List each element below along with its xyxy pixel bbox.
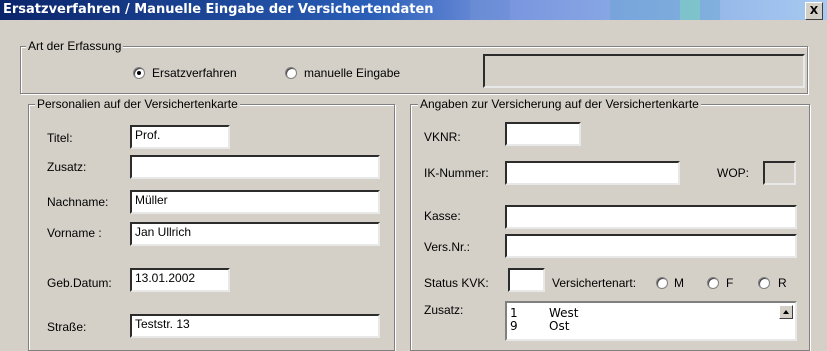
status-kvk-field[interactable] bbox=[508, 268, 545, 292]
strasse-field[interactable]: Teststr. 13 bbox=[130, 314, 380, 338]
wop-field bbox=[763, 161, 796, 185]
close-icon: X bbox=[809, 4, 819, 17]
zusatz-field[interactable] bbox=[130, 155, 380, 179]
kasse-field[interactable] bbox=[505, 205, 797, 229]
list-item-name: Ost bbox=[549, 319, 570, 333]
title-bar-band bbox=[470, 0, 510, 20]
personalien-legend: Personalien auf der Versichertenkarte bbox=[35, 97, 240, 111]
versichertenart-f-label[interactable]: F bbox=[726, 276, 733, 290]
geb-datum-label: Geb.Datum: bbox=[47, 276, 112, 290]
versichertenart-f-radio[interactable] bbox=[707, 277, 719, 289]
manuelle-eingabe-label[interactable]: manuelle Eingabe bbox=[304, 66, 400, 80]
manuelle-eingabe-radio[interactable] bbox=[285, 67, 297, 79]
nachname-field[interactable]: Müller bbox=[130, 190, 380, 214]
vknr-label: VKNR: bbox=[424, 130, 461, 144]
list-item-number: 9 bbox=[510, 319, 518, 333]
versichertenart-r-label[interactable]: R bbox=[778, 276, 787, 290]
list-item-name: West bbox=[549, 306, 579, 320]
ersatzverfahren-radio[interactable] bbox=[133, 67, 145, 79]
erfassung-info-box bbox=[483, 54, 805, 88]
ersatzverfahren-label[interactable]: Ersatzverfahren bbox=[152, 66, 237, 80]
scroll-up-button[interactable] bbox=[779, 305, 793, 319]
ik-nummer-field[interactable] bbox=[505, 161, 680, 185]
vorname-field[interactable]: Jan Ullrich bbox=[130, 222, 380, 246]
zusatz-listbox[interactable]: 1 West 9 Ost bbox=[505, 301, 797, 341]
ik-nummer-label: IK-Nummer: bbox=[424, 166, 489, 180]
vorname-label: Vorname : bbox=[47, 226, 102, 240]
kasse-label: Kasse: bbox=[424, 209, 461, 223]
titel-label: Titel: bbox=[47, 131, 73, 145]
up-arrow-icon bbox=[783, 310, 789, 314]
status-kvk-label: Status KVK: bbox=[424, 276, 489, 290]
close-button[interactable]: X bbox=[805, 2, 823, 20]
title-bar: Ersatzverfahren / Manuelle Eingabe der V… bbox=[0, 0, 827, 20]
nachname-label: Nachname: bbox=[47, 195, 109, 209]
strasse-label: Straße: bbox=[47, 320, 87, 334]
versicherung-legend: Angaben zur Versicherung auf der Versich… bbox=[418, 97, 701, 111]
title-bar-band bbox=[680, 0, 700, 20]
versichertenart-label: Versichertenart: bbox=[552, 276, 637, 290]
vknr-field[interactable] bbox=[505, 122, 581, 146]
zusatz-label: Zusatz: bbox=[47, 160, 87, 174]
versichertenart-r-radio[interactable] bbox=[758, 277, 770, 289]
erfassung-legend: Art der Erfassung bbox=[26, 39, 124, 53]
versichertenart-m-label[interactable]: M bbox=[674, 276, 684, 290]
versichertenart-m-radio[interactable] bbox=[656, 277, 668, 289]
title-bar-band bbox=[610, 0, 720, 20]
vers-zusatz-label: Zusatz: bbox=[424, 303, 464, 317]
titel-field[interactable]: Prof. bbox=[130, 125, 230, 149]
window-title: Ersatzverfahren / Manuelle Eingabe der V… bbox=[3, 2, 434, 17]
radio-selected-dot bbox=[137, 71, 141, 75]
vers-nr-label: Vers.Nr.: bbox=[424, 240, 471, 254]
list-item-number: 1 bbox=[510, 306, 518, 320]
geb-datum-field[interactable]: 13.01.2002 bbox=[130, 268, 230, 292]
wop-label: WOP: bbox=[717, 166, 749, 180]
vers-nr-field[interactable] bbox=[505, 234, 797, 258]
